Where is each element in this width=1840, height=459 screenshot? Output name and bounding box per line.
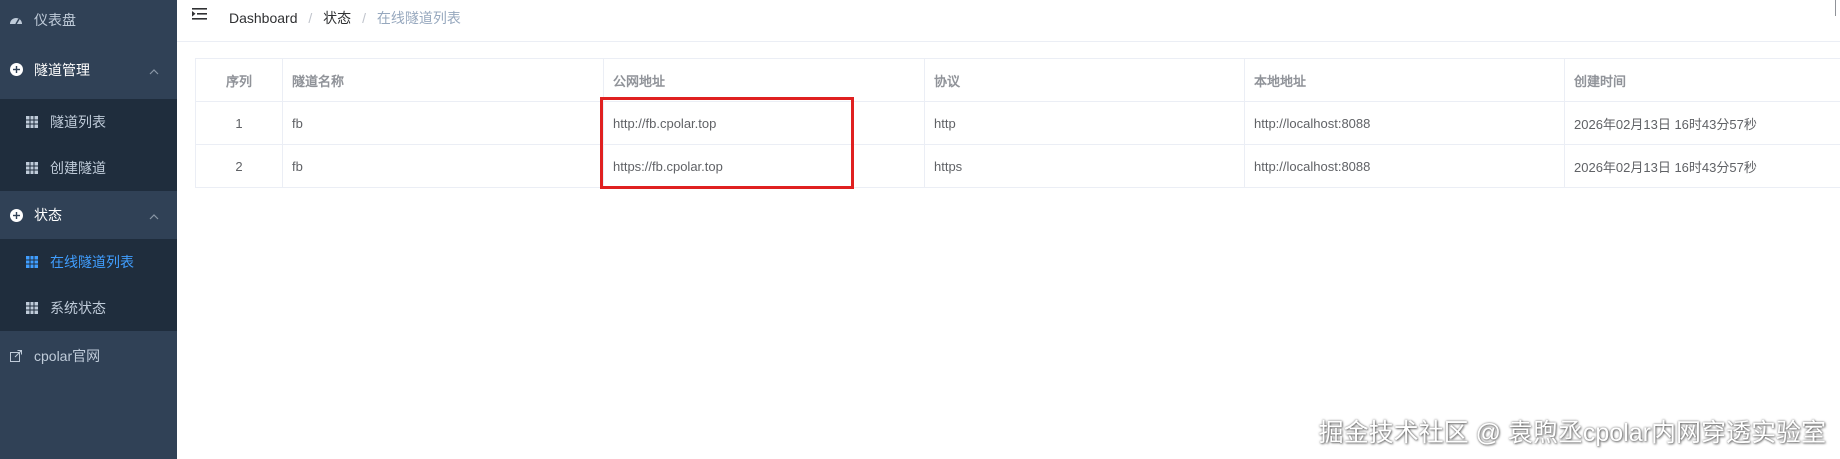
breadcrumb-item-dashboard[interactable]: Dashboard	[229, 10, 298, 26]
submenu-tunnel-management[interactable]: 隧道管理	[0, 40, 177, 99]
table-row: 1 fb http://fb.cpolar.top http http://lo…	[196, 102, 1840, 145]
table-header-cell: 隧道名称	[283, 59, 604, 101]
sidebar-item-dashboard[interactable]: 仪表盘	[0, 0, 177, 40]
dashboard-icon	[7, 14, 25, 26]
table-header-cell: 创建时间	[1574, 73, 1627, 89]
sidebar: 仪表盘 隧道管理 隧道列表 创建隧道 状态 在线隧道列表 系统状态 cpolar…	[0, 0, 177, 459]
table-cell-name: fb	[283, 145, 604, 187]
grid-icon	[23, 162, 41, 174]
sidebar-item-system-status[interactable]: 系统状态	[0, 285, 177, 331]
table-cell-index: 2	[196, 145, 283, 187]
submenu-status[interactable]: 状态	[0, 191, 177, 239]
plus-circle-icon	[7, 208, 25, 222]
chevron-up-icon	[149, 62, 159, 78]
sidebar-item-label: 系统状态	[50, 300, 106, 316]
hamburger-icon[interactable]	[192, 7, 210, 25]
chevron-up-icon	[149, 207, 159, 223]
sidebar-item-label: 创建隧道	[50, 160, 106, 176]
breadcrumb-item-status: 状态	[323, 10, 352, 26]
watermark: 掘金技术社区 @ 袁煦丞cpolar内网穿透实验室	[1318, 419, 1826, 447]
breadcrumb-item-current: 在线隧道列表	[376, 10, 461, 26]
table-header-cell: 本地地址	[1245, 59, 1565, 101]
table-cell-local-address: http://localhost:8088	[1245, 145, 1565, 187]
table-cell-created-time: 2026年02月13日 16时43分57秒	[1574, 159, 1757, 175]
navbar: Dashboard / 状态 / 在线隧道列表	[177, 0, 1840, 42]
table-cell-name: fb	[283, 102, 604, 144]
external-link-icon	[7, 350, 25, 362]
table-cell-created-time: 2026年02月13日 16时43分57秒	[1574, 116, 1757, 132]
header-edge-marker	[1835, 0, 1840, 16]
sidebar-item-create-tunnel[interactable]: 创建隧道	[0, 145, 177, 191]
table-cell-local-address: http://localhost:8088	[1245, 102, 1565, 144]
sidebar-item-tunnel-list[interactable]: 隧道列表	[0, 99, 177, 145]
tunnel-table: 序列 隧道名称 公网地址 协议 本地地址 创建时间 1 fb http://fb…	[195, 58, 1840, 188]
table-cell-protocol: https	[925, 145, 1245, 187]
table-cell-index: 1	[196, 102, 283, 144]
breadcrumb: Dashboard / 状态 / 在线隧道列表	[229, 8, 461, 28]
breadcrumb-separator: /	[308, 10, 313, 26]
grid-icon	[23, 302, 41, 314]
submenu-tunnel-management-items: 隧道列表 创建隧道	[0, 99, 177, 191]
breadcrumb-separator: /	[362, 10, 366, 26]
sidebar-item-cpolar-website[interactable]: cpolar官网	[0, 331, 177, 381]
table-header-row: 序列 隧道名称 公网地址 协议 本地地址 创建时间	[196, 59, 1840, 102]
submenu-title-label: 状态	[34, 207, 62, 223]
sidebar-item-label: 隧道列表	[50, 114, 106, 130]
table-header-cell: 公网地址	[604, 59, 925, 101]
grid-icon	[23, 116, 41, 128]
sidebar-item-online-tunnels[interactable]: 在线隧道列表	[0, 239, 177, 285]
table-header-cell: 序列	[196, 59, 283, 101]
table-cell-protocol: http	[925, 102, 1245, 144]
sidebar-item-label: 在线隧道列表	[50, 254, 134, 270]
table-cell-public-url: https://fb.cpolar.top	[604, 145, 925, 187]
submenu-status-items: 在线隧道列表 系统状态	[0, 239, 177, 331]
grid-icon	[23, 256, 41, 268]
table-row: 2 fb https://fb.cpolar.top https http://…	[196, 145, 1840, 188]
table-cell-public-url: http://fb.cpolar.top	[604, 102, 925, 144]
table-header-cell: 协议	[925, 59, 1245, 101]
plus-circle-icon	[7, 63, 25, 76]
sidebar-item-label: 仪表盘	[34, 12, 76, 28]
submenu-title-label: 隧道管理	[34, 61, 90, 78]
sidebar-item-label: cpolar官网	[34, 348, 101, 364]
